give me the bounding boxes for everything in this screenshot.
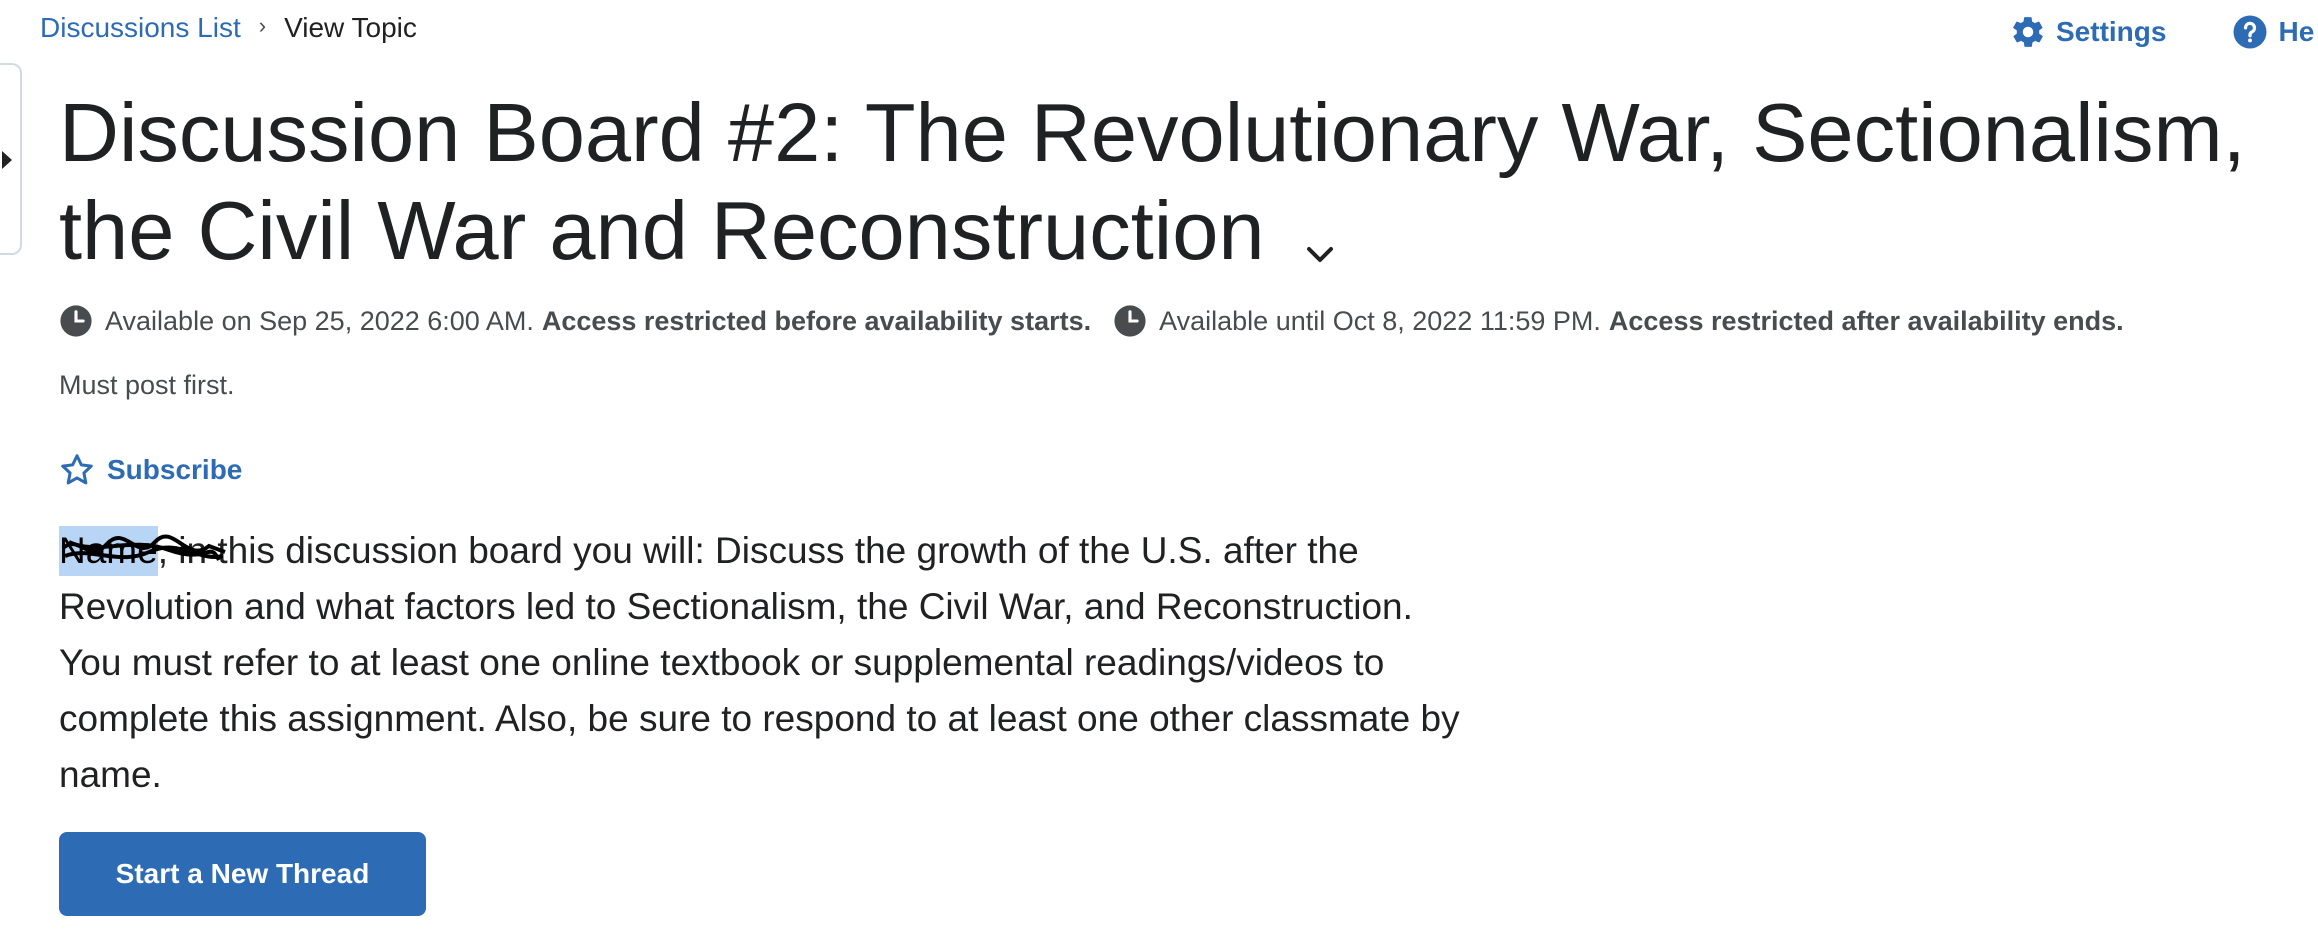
clock-icon — [1114, 305, 1146, 337]
gear-icon — [2013, 17, 2043, 47]
breadcrumb-separator-icon: › — [258, 13, 267, 38]
availability-start: Available on Sep 25, 2022 6:00 AM. — [105, 305, 534, 336]
availability-end: Available until Oct 8, 2022 11:59 PM. — [1159, 305, 1601, 336]
help-button[interactable]: He — [2232, 14, 2314, 50]
top-actions: Settings He — [2010, 14, 2314, 50]
availability-start-note: Access restricted before availability st… — [541, 305, 1092, 336]
availability-end-note: Access restricted after availability end… — [1608, 305, 2124, 336]
help-label: He — [2278, 16, 2315, 47]
clock-icon — [60, 305, 92, 337]
must-post-notice: Must post first. — [59, 370, 235, 400]
settings-button[interactable]: Settings — [2010, 14, 2166, 50]
topic-title: Discussion Board #2: The Revolutionary W… — [59, 86, 2246, 277]
side-panel-toggle[interactable] — [0, 63, 22, 255]
page-title: Discussion Board #2: The Revolutionary W… — [59, 84, 2309, 286]
caret-right-icon — [2, 151, 12, 169]
help-icon — [2233, 15, 2267, 49]
subscribe-label: Subscribe — [107, 454, 243, 485]
redacted-name: Name — [59, 526, 226, 576]
availability-info: Available on Sep 25, 2022 6:00 AM. Acces… — [59, 304, 2124, 338]
breadcrumb-discussions-list[interactable]: Discussions List — [40, 12, 241, 44]
start-new-thread-button[interactable]: Start a New Thread — [59, 832, 426, 916]
star-outline-icon — [61, 454, 93, 485]
description-body: , in this discussion board you will: Dis… — [59, 530, 1460, 795]
chevron-down-icon[interactable] — [1305, 188, 1335, 286]
breadcrumb-current: View Topic — [284, 12, 417, 43]
breadcrumb: Discussions List › View Topic — [40, 12, 417, 44]
subscribe-button[interactable]: Subscribe — [59, 452, 242, 488]
settings-label: Settings — [2056, 16, 2167, 47]
topic-description: Name, in this discussion board you will:… — [59, 523, 1479, 803]
